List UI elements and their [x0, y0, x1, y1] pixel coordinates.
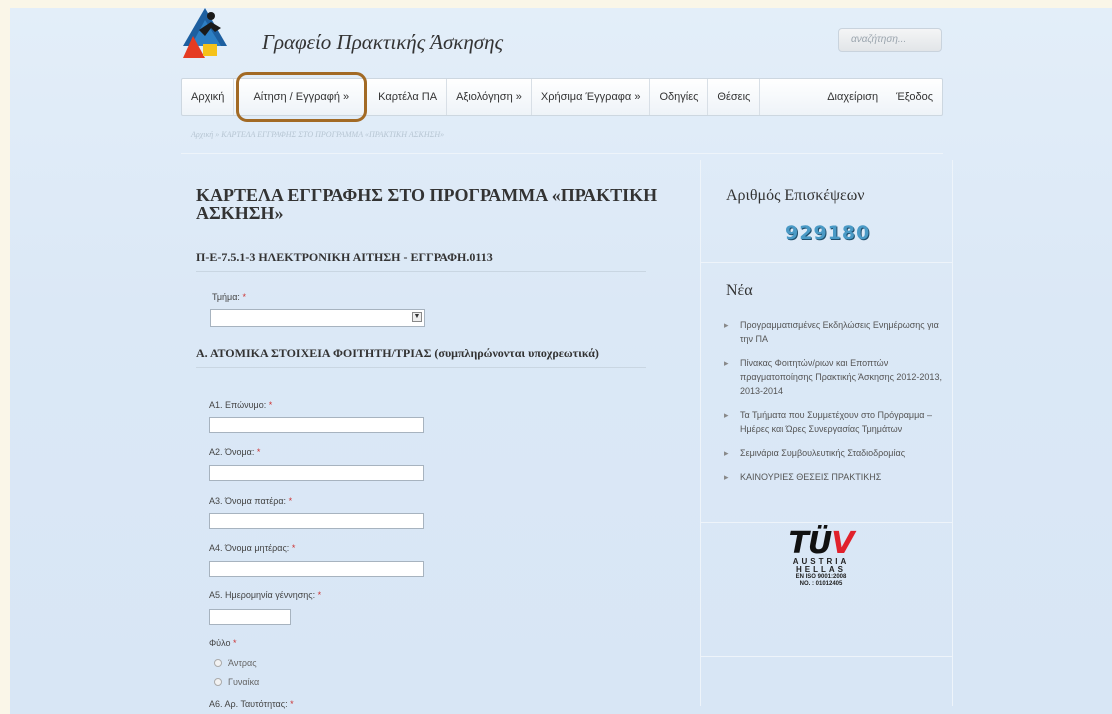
chevron-down-icon[interactable]: ▼: [412, 312, 422, 322]
nav-item-positions[interactable]: Θέσεις: [708, 79, 761, 115]
tuv-certification-logo: TÜV AUSTRIA HELLAS EN ISO 9001:2008 NO. …: [776, 526, 866, 588]
section-a-heading: Α. ΑΤΟΜΙΚΑ ΣΤΟΙΧΕΙΑ ΦΟΙΤΗΤΗ/ΤΡΙΑΣ (συμπλ…: [196, 346, 646, 368]
main-nav: Αρχική Αίτηση / Εγγραφή » Καρτέλα ΠΑ Αξι…: [181, 72, 943, 122]
department-label: Τμήμα: *: [212, 292, 246, 302]
nav-item-logout[interactable]: Έξοδος: [887, 79, 942, 115]
nav-item-documents[interactable]: Χρήσιμα Έγγραφα »: [532, 79, 651, 115]
mother-name-input[interactable]: [209, 561, 424, 577]
news-item[interactable]: Προγραμματισμένες Εκδηλώσεις Ενημέρωσης …: [720, 318, 945, 346]
nav-item-home[interactable]: Αρχική: [182, 79, 235, 115]
father-name-input[interactable]: [209, 513, 424, 529]
name-input[interactable]: [209, 465, 424, 481]
nav-item-evaluation[interactable]: Αξιολόγηση »: [447, 79, 532, 115]
gender-option-female[interactable]: Γυναίκα: [214, 677, 259, 687]
father-name-label: Α3. Όνομα πατέρα: *: [209, 496, 293, 506]
search-input[interactable]: αναζήτηση...: [838, 28, 942, 52]
department-select[interactable]: ▼: [210, 309, 425, 327]
nav-item-instructions[interactable]: Οδηγίες: [650, 79, 709, 115]
sidebar-border-left: [700, 160, 701, 706]
nav-item-admin[interactable]: Διαχείριση: [818, 79, 887, 115]
surname-input[interactable]: [209, 417, 424, 433]
sidebar-divider: [701, 522, 952, 523]
news-title: Νέα: [726, 282, 753, 299]
sidebar-divider: [701, 262, 952, 263]
id-number-label: Α6. Αρ. Ταυτότητας: *: [209, 699, 294, 709]
sidebar-border-right: [952, 160, 953, 706]
page-title: ΚΑΡΤΕΛΑ ΕΓΓΡΑΦΗΣ ΣΤΟ ΠΡΟΓΡΑΜΜΑ «ΠΡΑΚΤΙΚΗ…: [196, 185, 658, 223]
news-item[interactable]: ΚΑΙΝΟΥΡΙΕΣ ΘΕΣΕΙΣ ΠΡΑΚΤΙΚΗΣ: [720, 470, 945, 484]
surname-label: Α1. Επώνυμο: *: [209, 400, 273, 410]
nav-item-card[interactable]: Καρτέλα ΠΑ: [369, 79, 448, 115]
tuv-logo-icon: TÜV: [788, 526, 854, 561]
breadcrumb[interactable]: Αρχική » ΚΑΡΤΕΛΑ ΕΓΓΡΑΦΗΣ ΣΤΟ ΠΡΟΓΡΑΜΜΑ …: [191, 130, 444, 139]
gender-label: Φύλο *: [209, 638, 237, 648]
site-logo-icon[interactable]: [181, 6, 229, 58]
radio-button[interactable]: [214, 659, 222, 667]
sidebar-divider: [701, 656, 952, 657]
news-box: Προγραμματισμένες Εκδηλώσεις Ενημέρωσης …: [720, 318, 945, 494]
news-item[interactable]: Τα Τμήματα που Συμμετέχουν στο Πρόγραμμα…: [720, 408, 945, 436]
nav-item-application[interactable]: Αίτηση / Εγγραφή »: [236, 72, 368, 122]
news-list: Προγραμματισμένες Εκδηλώσεις Ενημέρωσης …: [720, 318, 945, 484]
news-item[interactable]: Πίνακας Φοιτητών/ριων και Εποπτών πραγμα…: [720, 356, 945, 398]
visits-title: Αριθμός Επισκέψεων: [726, 187, 865, 204]
birthdate-label: Α5. Ημερομηνία γέννησης: *: [209, 590, 322, 600]
mother-name-label: Α4. Όνομα μητέρας: *: [209, 543, 296, 553]
form-code-heading: Π-Ε-7.5.1-3 ΗΛΕΚΤΡΟΝΙΚΗ ΑΙΤΗΣΗ - ΕΓΓΡΑΦΗ…: [196, 250, 646, 272]
site-title[interactable]: Γραφείο Πρακτικής Άσκησης: [262, 30, 503, 55]
visits-counter: 929180: [785, 222, 871, 244]
gender-option-male[interactable]: Άντρας: [214, 658, 257, 668]
radio-button[interactable]: [214, 678, 222, 686]
birthdate-input[interactable]: [209, 609, 291, 625]
header-divider: [181, 153, 943, 154]
news-item[interactable]: Σεμινάρια Συμβουλευτικής Σταδιοδρομίας: [720, 446, 945, 460]
name-label: Α2. Όνομα: *: [209, 447, 261, 457]
